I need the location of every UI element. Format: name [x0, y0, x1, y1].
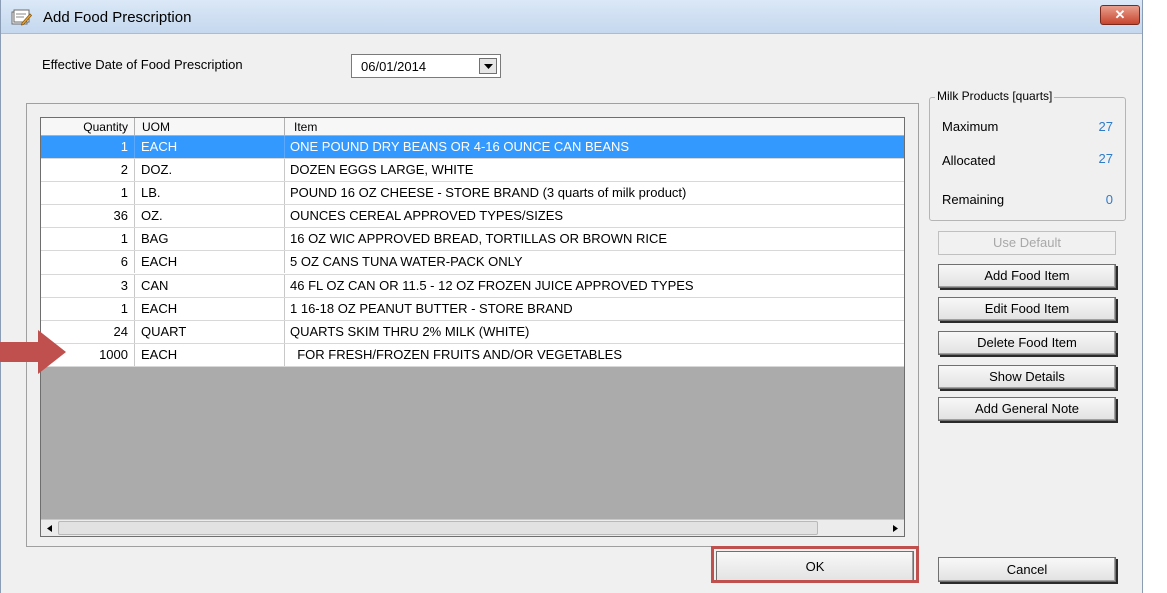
scroll-right-icon[interactable] [887, 521, 903, 536]
item-cell: FOR FRESH/FROZEN FRUITS AND/OR VEGETABLE… [290, 346, 623, 362]
item-cell: 1 16-18 OZ PEANUT BUTTER - STORE BRAND [290, 300, 573, 316]
cancel-button[interactable]: Cancel [938, 557, 1116, 582]
milk-maximum-label: Maximum [942, 119, 999, 134]
uom-cell: OZ. [135, 205, 285, 228]
table-row[interactable]: 1 LB. POUND 16 OZ CHEESE - STORE BRAND (… [41, 182, 904, 206]
item-cell: OUNCES CEREAL APPROVED TYPES/SIZES [290, 208, 564, 224]
quantity-cell: 2 [41, 159, 135, 182]
item-cell: 16 OZ WIC APPROVED BREAD, TORTILLAS OR B… [290, 231, 668, 247]
scrollbar-thumb[interactable] [58, 521, 818, 535]
table-row[interactable]: 2 DOZ. DOZEN EGGS LARGE, WHITE [41, 159, 904, 183]
food-items-grid[interactable]: Quantity UOM Item 1 EACH ONE POUND DRY B… [40, 117, 905, 537]
quantity-cell: 6 [41, 251, 135, 274]
window-title: Add Food Prescription [43, 9, 192, 26]
chevron-down-icon [484, 64, 493, 69]
prescription-edit-icon [10, 8, 33, 26]
close-icon: ✕ [1114, 7, 1126, 22]
table-row[interactable]: 1 EACH ONE POUND DRY BEANS OR 4-16 OUNCE… [41, 136, 904, 160]
quantity-cell: 3 [41, 274, 135, 297]
table-row[interactable]: 24 QUART QUARTS SKIM THRU 2% MILK (WHITE… [41, 320, 904, 344]
table-row[interactable]: 36 OZ. OUNCES CEREAL APPROVED TYPES/SIZE… [41, 205, 904, 229]
uom-cell: EACH [135, 343, 285, 366]
uom-cell: LB. [135, 182, 285, 205]
item-cell: QUARTS SKIM THRU 2% MILK (WHITE) [290, 323, 530, 339]
edit-food-item-button[interactable]: Edit Food Item [938, 297, 1116, 321]
item-cell: POUND 16 OZ CHEESE - STORE BRAND (3 quar… [290, 185, 687, 201]
milk-allocated-value: 27 [1098, 151, 1113, 166]
date-dropdown-button[interactable] [479, 58, 497, 74]
title-bar: Add Food Prescription ✕ [1, 0, 1142, 34]
table-row[interactable]: 3 CAN 46 FL OZ CAN OR 11.5 - 12 OZ FROZE… [41, 274, 904, 298]
quantity-cell: 36 [41, 205, 135, 228]
quantity-cell: 1 [41, 297, 135, 320]
scroll-left-icon[interactable] [42, 521, 58, 536]
add-food-item-button[interactable]: Add Food Item [938, 264, 1116, 288]
grid-header: Quantity UOM Item [41, 118, 904, 136]
quantity-cell: 1 [41, 136, 135, 158]
table-row[interactable]: 1 BAG 16 OZ WIC APPROVED BREAD, TORTILLA… [41, 228, 904, 252]
uom-cell: EACH [135, 136, 285, 158]
add-general-note-button[interactable]: Add General Note [938, 397, 1116, 421]
quantity-cell: 1 [41, 228, 135, 251]
table-row[interactable]: 1000 EACH FOR FRESH/FROZEN FRUITS AND/OR… [41, 343, 904, 367]
show-details-button[interactable]: Show Details [938, 365, 1116, 389]
milk-maximum-value: 27 [1098, 119, 1113, 134]
uom-cell: DOZ. [135, 159, 285, 182]
milk-allocated-label: Allocated [942, 153, 996, 168]
uom-cell: QUART [135, 320, 285, 343]
item-cell: 46 FL OZ CAN OR 11.5 - 12 OZ FROZEN JUIC… [290, 277, 694, 293]
quantity-cell: 1 [41, 182, 135, 205]
milk-remaining-value: 0 [1105, 192, 1113, 207]
effective-date-label: Effective Date of Food Prescription [42, 57, 243, 72]
red-arrow-icon [0, 330, 66, 374]
delete-food-item-button[interactable]: Delete Food Item [938, 331, 1116, 355]
item-cell: ONE POUND DRY BEANS OR 4-16 OUNCE CAN BE… [290, 139, 630, 154]
milk-products-legend: Milk Products [quarts] [935, 89, 1055, 103]
food-items-panel: Quantity UOM Item 1 EACH ONE POUND DRY B… [26, 103, 919, 547]
milk-remaining-label: Remaining [942, 192, 1005, 207]
grid-rows: 1 EACH ONE POUND DRY BEANS OR 4-16 OUNCE… [41, 136, 904, 367]
ok-button[interactable]: OK [716, 551, 914, 583]
horizontal-scrollbar[interactable] [41, 519, 904, 536]
milk-products-group: Milk Products [quarts] Maximum 27 Alloca… [929, 89, 1126, 221]
column-header-item[interactable]: Item [285, 118, 904, 136]
uom-cell: CAN [135, 274, 285, 297]
column-header-uom[interactable]: UOM [135, 118, 285, 136]
table-row[interactable]: 1 EACH 1 16-18 OZ PEANUT BUTTER - STORE … [41, 297, 904, 321]
dialog-window: Add Food Prescription ✕ Effective Date o… [0, 0, 1143, 593]
effective-date-picker[interactable]: 06/01/2014 [351, 54, 501, 78]
effective-date-value: 06/01/2014 [361, 59, 427, 74]
uom-cell: BAG [135, 228, 285, 251]
item-cell: DOZEN EGGS LARGE, WHITE [290, 162, 474, 178]
close-button[interactable]: ✕ [1100, 5, 1140, 25]
column-header-quantity[interactable]: Quantity [41, 118, 135, 136]
table-row[interactable]: 6 EACH 5 OZ CANS TUNA WATER-PACK ONLY [41, 251, 904, 275]
use-default-button[interactable]: Use Default [938, 231, 1116, 255]
uom-cell: EACH [135, 297, 285, 320]
item-cell: 5 OZ CANS TUNA WATER-PACK ONLY [290, 254, 523, 270]
uom-cell: EACH [135, 251, 285, 274]
